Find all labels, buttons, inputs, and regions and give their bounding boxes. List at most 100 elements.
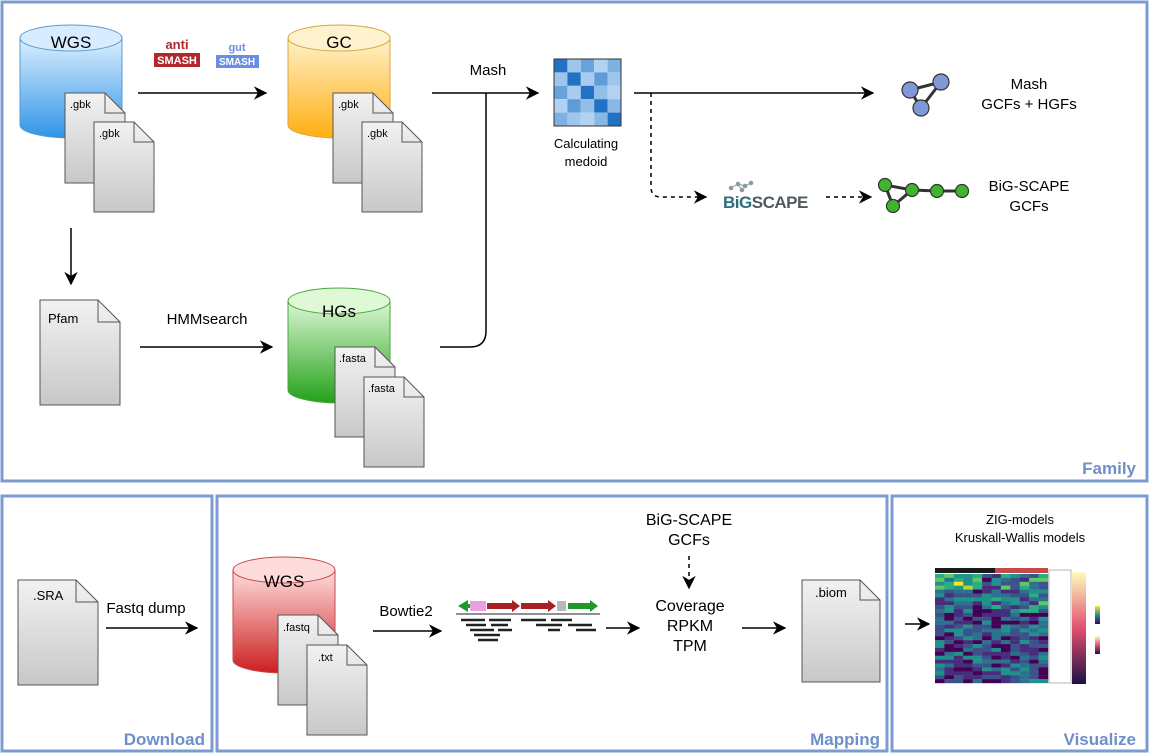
medoid-matrix-cell [580, 99, 595, 113]
heatmap-cell [963, 577, 973, 582]
heatmap-cell [982, 585, 992, 590]
heatmap-cell [935, 581, 945, 586]
heatmap-cell [944, 624, 955, 629]
heatmap-cell [982, 577, 992, 582]
heatmap-cell [953, 632, 964, 637]
heatmap-cell [1000, 671, 1011, 676]
heatmap-cell [1000, 585, 1011, 590]
heatmap-cell [963, 605, 973, 610]
heatmap-cell [972, 601, 983, 606]
heatmap-cell [1000, 640, 1011, 645]
heatmap-cell [972, 597, 983, 602]
heatmap-cell [953, 620, 964, 625]
heatmap-cell [1029, 663, 1039, 668]
gbk-file-label: .gbk [99, 128, 120, 140]
heatmap-cell [1029, 647, 1039, 653]
heatmap-cell [953, 581, 964, 586]
heatmap-cell [1019, 577, 1030, 582]
heatmap-cell [935, 667, 945, 672]
heatmap-cell [991, 601, 1002, 606]
bigscape-logo-text: BiGSCAPE [723, 193, 808, 212]
heatmap-cell [944, 636, 955, 641]
heatmap-cell [982, 612, 992, 618]
heatmap-cell [935, 628, 945, 633]
heatmap-cell [972, 620, 983, 625]
heatmap-cell [935, 640, 945, 645]
heatmap-cell [963, 644, 973, 649]
heatmap-cell [1029, 636, 1039, 641]
heatmap-cell [991, 612, 1002, 618]
bigscape-output-line1: BiG-SCAPE [989, 178, 1070, 195]
connector-hgs-to-mash [440, 93, 487, 348]
heatmap-cell [991, 647, 1002, 653]
gutsmash-logo: gut SMASH [216, 42, 259, 68]
heatmap-cell [972, 577, 983, 582]
heatmap-cell [963, 616, 973, 621]
heatmap-cell [944, 574, 955, 579]
heatmap-cell [944, 655, 955, 660]
heatmap-cell [953, 671, 964, 676]
heatmap-cell [982, 624, 992, 629]
heatmap-cell [991, 589, 1002, 594]
heatmap-cell [1019, 644, 1030, 649]
heatmap-cell [991, 620, 1002, 625]
heatmap-cell [991, 667, 1002, 672]
heatmap-cell [982, 620, 992, 625]
heatmap-cell [1038, 655, 1049, 660]
bigscape-mapping-line1: BiG-SCAPE [646, 512, 732, 529]
medoid-matrix-cell [594, 112, 608, 126]
heatmap-cell [972, 679, 983, 684]
gutsmash-logo-bottom: SMASH [219, 57, 255, 68]
heatmap-cell [935, 647, 945, 653]
heatmap-cell [1000, 605, 1011, 610]
heatmap-cell [953, 651, 964, 656]
heatmap-cell [1038, 667, 1049, 672]
heatmap-cell [1029, 644, 1039, 649]
heatmap-cell [972, 647, 983, 653]
heatmap-cell [1019, 671, 1030, 676]
heatmap-cell [972, 667, 983, 672]
sra-file: .SRA [17, 579, 99, 686]
heatmap-cell [953, 605, 964, 610]
heatmap-cell [935, 620, 945, 625]
heatmap-cell [1010, 636, 1020, 641]
bigscape-output-line2: GCFs [1009, 198, 1048, 215]
heatmap-cell [963, 609, 973, 614]
heatmap-cell [1010, 616, 1020, 621]
heatmap-cell [991, 636, 1002, 641]
heatmap-cell [991, 585, 1002, 590]
heatmap-cell [1010, 589, 1020, 594]
heatmap-cell [991, 574, 1002, 579]
heatmap-cell [1019, 624, 1030, 629]
heatmap-cell [944, 577, 955, 582]
heatmap-cell [953, 659, 964, 664]
heatmap-cell [1019, 679, 1030, 684]
heatmap-cell [1038, 589, 1049, 594]
heatmap-cell [1019, 659, 1030, 664]
heatmap-cell [963, 593, 973, 598]
heatmap-cell [963, 651, 973, 656]
heatmap-cell [935, 612, 945, 618]
heatmap-cell [953, 644, 964, 649]
heatmap-cell [935, 585, 945, 590]
bigscape-logo-scape: SCAPE [752, 193, 808, 212]
gc-database-label: GC [326, 33, 352, 52]
heatmap-cell [963, 601, 973, 606]
heatmap-cell [991, 663, 1002, 668]
heatmap-cell [982, 679, 992, 684]
heatmap-cell [991, 644, 1002, 649]
heatmap-cell [953, 636, 964, 641]
bigscape-network-icon [877, 177, 970, 214]
heatmap-cell [1019, 593, 1030, 598]
heatmap-cell [1029, 589, 1039, 594]
heatmap-cell [935, 632, 945, 637]
heatmap-cell [944, 675, 955, 680]
heatmap-cell [1019, 609, 1030, 614]
heatmap-cell [1010, 663, 1020, 668]
medoid-matrix-cell [594, 99, 608, 113]
heatmap-cell [972, 589, 983, 594]
heatmap-cell [1038, 671, 1049, 676]
heatmap-cell [1029, 655, 1039, 660]
pfam-file: Pfam [39, 299, 121, 406]
heatmap-cell [1019, 655, 1030, 660]
